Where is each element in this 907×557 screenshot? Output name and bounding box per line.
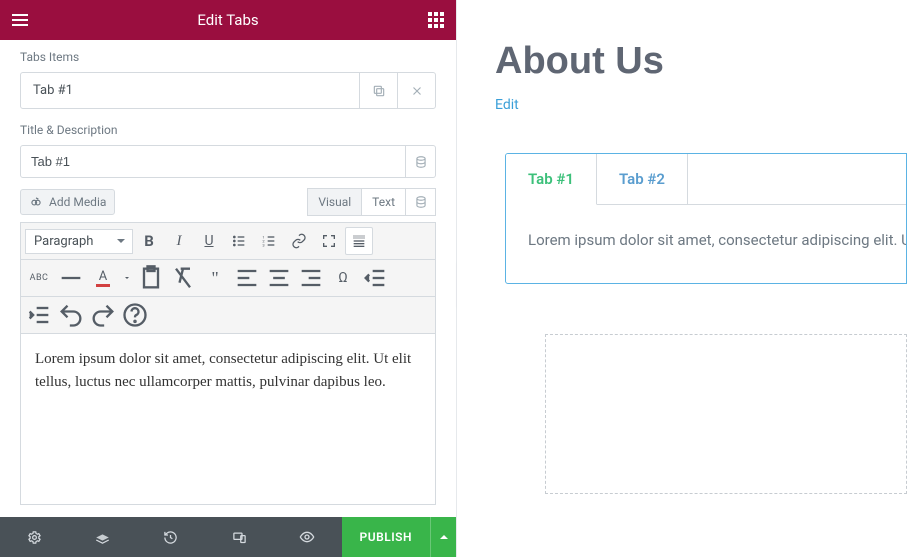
editor-toolbar-row-1: Paragraph B I U 123 [21, 223, 435, 260]
dynamic-tag-icon[interactable] [406, 188, 436, 216]
tabs-widget[interactable]: Tab #1 Tab #2 Lorem ipsum dolor sit amet… [505, 153, 907, 284]
rich-text-editor: Paragraph B I U 123 ABC A [20, 222, 436, 505]
text-tab[interactable]: Text [362, 188, 406, 216]
bottom-bar: PUBLISH [0, 517, 456, 557]
add-media-button[interactable]: Add Media [20, 189, 115, 215]
title-description-label: Title & Description [0, 119, 456, 145]
help-icon[interactable] [121, 301, 149, 329]
underline-icon[interactable]: U [195, 227, 223, 255]
tabs-nav-spacer [688, 154, 906, 205]
page-title: About Us [495, 40, 907, 83]
drop-zone[interactable] [545, 334, 907, 494]
duplicate-icon[interactable] [359, 73, 397, 108]
visual-tab[interactable]: Visual [307, 188, 362, 216]
blockquote-icon[interactable]: " [201, 264, 229, 292]
horizontal-rule-icon[interactable] [57, 264, 85, 292]
numbered-list-icon[interactable]: 123 [255, 227, 283, 255]
indent-icon[interactable] [25, 301, 53, 329]
fullscreen-icon[interactable] [315, 227, 343, 255]
bullet-list-icon[interactable] [225, 227, 253, 255]
edit-link[interactable]: Edit [495, 97, 519, 113]
special-character-icon[interactable]: Ω [329, 264, 357, 292]
bold-icon[interactable]: B [135, 227, 163, 255]
redo-icon[interactable] [89, 301, 117, 329]
panel-header: Edit Tabs [0, 0, 456, 40]
publish-button[interactable]: PUBLISH [342, 517, 430, 557]
align-left-icon[interactable] [233, 264, 261, 292]
tab-content: Lorem ipsum dolor sit amet, consectetur … [506, 205, 906, 283]
align-right-icon[interactable] [297, 264, 325, 292]
preview-icon[interactable] [273, 517, 341, 557]
toolbar-toggle-icon[interactable] [345, 227, 373, 255]
paste-text-icon[interactable] [137, 264, 165, 292]
add-media-label: Add Media [49, 195, 106, 209]
link-icon[interactable] [285, 227, 313, 255]
apps-grid-icon[interactable] [428, 12, 444, 28]
close-icon[interactable] [397, 73, 435, 108]
outdent-icon[interactable] [361, 264, 389, 292]
publish-options-icon[interactable] [430, 517, 456, 557]
strikethrough-icon[interactable]: ABC [25, 264, 53, 292]
editor-panel: Edit Tabs Tabs Items Tab #1 Title & Desc… [0, 0, 457, 557]
panel-body: Tabs Items Tab #1 Title & Description [0, 40, 456, 517]
tabs-nav: Tab #1 Tab #2 [506, 154, 906, 205]
menu-icon[interactable] [12, 14, 28, 26]
tab-item-row[interactable]: Tab #1 [20, 72, 436, 109]
italic-icon[interactable]: I [165, 227, 193, 255]
tab-item-title: Tab #1 [21, 73, 359, 108]
preview-tab-1[interactable]: Tab #1 [506, 154, 597, 205]
align-center-icon[interactable] [265, 264, 293, 292]
title-input[interactable] [20, 145, 406, 178]
svg-text:3: 3 [262, 242, 264, 247]
history-icon[interactable] [137, 517, 205, 557]
tabs-items-label: Tabs Items [0, 40, 456, 72]
panel-title: Edit Tabs [28, 11, 428, 29]
undo-icon[interactable] [57, 301, 85, 329]
text-color-chevron-icon[interactable] [121, 264, 133, 292]
clear-formatting-icon[interactable] [169, 264, 197, 292]
navigator-icon[interactable] [68, 517, 136, 557]
preview-area: About Us Edit Tab #1 Tab #2 Lorem ipsum … [457, 0, 907, 557]
settings-icon[interactable] [0, 517, 68, 557]
dynamic-tag-icon[interactable] [406, 145, 436, 178]
editor-toolbar-row-3 [21, 297, 435, 334]
responsive-icon[interactable] [205, 517, 273, 557]
text-color-icon[interactable]: A [89, 264, 117, 292]
editor-content[interactable]: Lorem ipsum dolor sit amet, consectetur … [21, 334, 435, 504]
editor-toolbar-row-2: ABC A " Ω [21, 260, 435, 297]
preview-tab-2[interactable]: Tab #2 [597, 154, 688, 205]
format-select[interactable]: Paragraph [25, 229, 133, 254]
